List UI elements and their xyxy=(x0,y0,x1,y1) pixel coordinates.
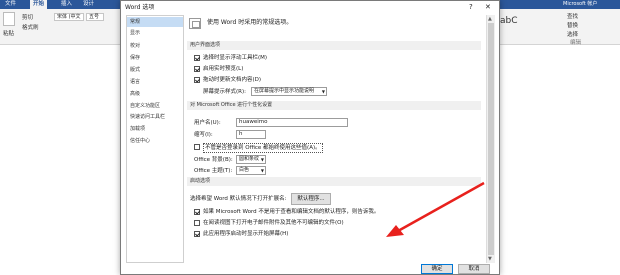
chevron-down-icon: ▼ xyxy=(260,157,264,162)
close-icon[interactable]: ✕ xyxy=(485,1,491,14)
open-attachments-reading-view-label: 在阅读视图下打开电子邮件附件及其他不可编辑的文件(O) xyxy=(203,220,344,226)
show-start-screen-label: 此应用程序启动时显示开始屏幕(H) xyxy=(203,231,289,237)
tab-file[interactable]: 文件 xyxy=(2,0,19,9)
chevron-down-icon: ▼ xyxy=(260,168,264,173)
nav-item-proofing[interactable]: 校对 xyxy=(127,41,183,51)
office-theme-label: Office 主题(T): xyxy=(194,168,233,174)
nav-item-language[interactable]: 语言 xyxy=(127,77,183,87)
tell-default-program-label: 如果 Microsoft Word 不是用于查看和编辑文档的默认程序，则告诉我。 xyxy=(203,209,380,215)
dialog-title: Word 选项 xyxy=(125,4,155,11)
always-use-values-checkbox[interactable] xyxy=(194,144,200,150)
help-icon[interactable]: ? xyxy=(469,1,473,14)
format-painter-button[interactable]: 格式刷 xyxy=(22,23,39,31)
live-preview-checkbox[interactable] xyxy=(194,66,200,72)
always-use-values-label: 不管是否登录到 Office 都始终使用这些值(A)。 xyxy=(203,143,323,153)
live-preview-label: 启用实时预览(L) xyxy=(203,66,244,72)
update-while-dragging-label: 拖动时更新文档内容(D) xyxy=(203,77,262,83)
cut-button[interactable]: 剪切 xyxy=(22,13,33,21)
open-attachments-reading-view-checkbox[interactable] xyxy=(194,220,200,226)
initials-label: 缩写(I): xyxy=(194,132,213,138)
office-theme-select[interactable]: 白色 ▼ xyxy=(236,166,266,175)
nav-item-trust-center[interactable]: 信任中心 xyxy=(127,136,183,146)
nav-item-customize-ribbon[interactable]: 自定义功能区 xyxy=(127,101,183,111)
content-scrollbar[interactable]: ▲ ▼ xyxy=(486,15,495,263)
nav-item-general[interactable]: 常规 xyxy=(127,17,183,27)
paste-icon[interactable] xyxy=(3,12,15,26)
floating-toolbar-label: 选择时显示浮动工具栏(M) xyxy=(203,55,268,61)
nav-item-layout[interactable]: 版式 xyxy=(127,65,183,75)
tab-insert[interactable]: 插入 xyxy=(58,0,75,9)
nav-item-addins[interactable]: 加载项 xyxy=(127,124,183,134)
options-nav: 常规 显示 校对 保存 版式 语言 高级 自定义功能区 快速访问工具栏 加载项 … xyxy=(126,15,184,263)
cancel-button[interactable]: 取消 xyxy=(458,264,490,274)
username-field[interactable]: huaweimo xyxy=(236,118,348,127)
style-preview[interactable]: abC xyxy=(500,16,518,26)
find-button[interactable]: 查找 xyxy=(567,12,578,20)
office-background-label: Office 背景(B): xyxy=(194,157,233,163)
ui-options-section: 用户界面选项 xyxy=(187,41,481,50)
username-label: 用户名(U): xyxy=(194,120,221,126)
nav-item-display[interactable]: 显示 xyxy=(127,28,183,38)
default-extensions-label: 选择希望 Word 默认情况下打开扩展名: xyxy=(190,196,287,202)
tell-default-program-checkbox[interactable] xyxy=(194,209,200,215)
nav-item-quick-access[interactable]: 快速访问工具栏 xyxy=(127,112,183,122)
select-button[interactable]: 选择 xyxy=(567,30,578,38)
initials-field[interactable]: h xyxy=(236,130,266,139)
personalize-section: 对 Microsoft Office 进行个性化设置 xyxy=(187,101,481,110)
screentip-select[interactable]: 在屏幕提示中显示功能说明 ▼ xyxy=(251,87,327,96)
replace-button[interactable]: 替换 xyxy=(567,21,578,29)
scroll-up-icon[interactable]: ▲ xyxy=(488,16,492,22)
options-content: 使用 Word 时采用的常规选项。 用户界面选项 选择时显示浮动工具栏(M) 启… xyxy=(185,15,485,263)
account-label[interactable]: Microsoft 帐户 xyxy=(560,0,600,9)
nav-item-advanced[interactable]: 高级 xyxy=(127,89,183,99)
ok-button[interactable]: 确定 xyxy=(421,264,453,274)
startup-section: 启动选项 xyxy=(187,177,481,186)
chevron-down-icon: ▼ xyxy=(321,89,325,94)
word-options-dialog: Word 选项 ? ✕ 常规 显示 校对 保存 版式 语言 高级 自定义功能区 … xyxy=(120,0,500,275)
page-header-text: 使用 Word 时采用的常规选项。 xyxy=(207,19,293,26)
editing-group-label: 编辑 xyxy=(570,40,582,46)
scrollbar-thumb[interactable] xyxy=(488,23,494,255)
options-general-icon xyxy=(189,18,201,29)
tab-design[interactable]: 设计 xyxy=(80,0,97,9)
office-theme-value: 白色 xyxy=(239,167,250,173)
screentip-label: 屏幕提示样式(R): xyxy=(203,89,246,95)
paste-button[interactable]: 粘贴 xyxy=(3,29,14,37)
update-while-dragging-checkbox[interactable] xyxy=(194,77,200,83)
floating-toolbar-checkbox[interactable] xyxy=(194,55,200,61)
office-background-value: 圆和条纹 xyxy=(239,156,260,162)
font-name-select[interactable]: 宋体 (中文 xyxy=(54,13,84,21)
scroll-down-icon[interactable]: ▼ xyxy=(488,256,492,262)
font-size-select[interactable]: 五号 xyxy=(86,13,104,21)
screentip-value: 在屏幕提示中显示功能说明 xyxy=(254,88,315,94)
nav-item-save[interactable]: 保存 xyxy=(127,53,183,63)
tab-home[interactable]: 开始 xyxy=(30,0,48,9)
office-background-select[interactable]: 圆和条纹 ▼ xyxy=(236,155,266,164)
show-start-screen-checkbox[interactable] xyxy=(194,231,200,237)
default-programs-button[interactable]: 默认程序... xyxy=(291,193,331,205)
